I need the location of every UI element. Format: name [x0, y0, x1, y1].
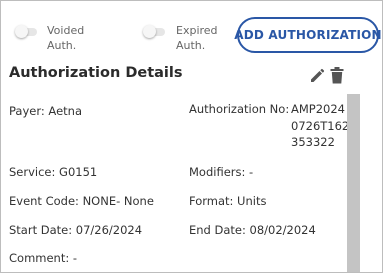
- toggle-knob: [15, 25, 28, 38]
- modifiers-field: Modifiers: -: [189, 165, 254, 179]
- pencil-icon[interactable]: [309, 68, 325, 84]
- authorization-no-value: AMP20240726T162353322: [291, 102, 350, 149]
- service-field: Service: G0151: [9, 165, 98, 179]
- expired-auth-toggle[interactable]: [143, 25, 165, 38]
- toggle-knob: [143, 25, 156, 38]
- format-field: Format: Units: [189, 194, 267, 208]
- expired-auth-label: Expired Auth.: [176, 24, 218, 52]
- authorization-panel: Voided Auth. Expired Auth. ADD AUTHORIZA…: [0, 0, 383, 273]
- comment-field: Comment: -: [9, 251, 78, 265]
- end-date-field: End Date: 08/02/2024: [189, 223, 316, 237]
- event-code-field: Event Code: NONE- None: [9, 194, 154, 208]
- panel-title: Authorization Details: [9, 65, 183, 81]
- voided-auth-toggle[interactable]: [15, 25, 37, 38]
- start-date-field: Start Date: 07/26/2024: [9, 223, 143, 237]
- add-authorization-button[interactable]: ADD AUTHORIZATION: [234, 17, 382, 53]
- vertical-scrollbar[interactable]: [347, 94, 360, 272]
- payer-field: Payer: Aetna: [9, 104, 82, 118]
- voided-auth-label: Voided Auth.: [47, 24, 85, 52]
- authorization-no-label: Authorization No:: [189, 102, 290, 116]
- trash-icon[interactable]: [330, 67, 344, 84]
